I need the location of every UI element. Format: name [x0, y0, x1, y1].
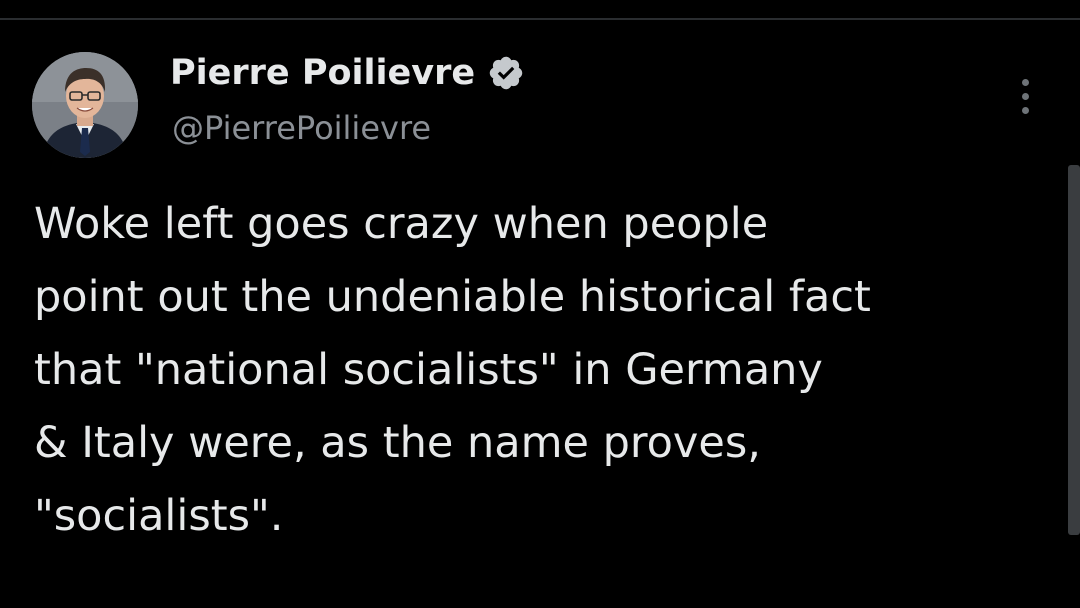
author-handle[interactable]: @PierrePoilievre	[172, 109, 431, 147]
more-vertical-icon[interactable]	[1010, 76, 1040, 116]
author-row: Pierre Poilievre	[170, 50, 525, 96]
tweet-text-line: that "national socialists" in Germany	[34, 345, 823, 395]
tweet-text-line: Woke left goes crazy when people	[34, 199, 769, 249]
scrollbar[interactable]	[1068, 165, 1080, 535]
avatar-portrait	[32, 52, 138, 158]
tweet-text-line: point out the undeniable historical fact	[34, 272, 871, 322]
tweet-text-line: & Italy were, as the name proves,	[34, 418, 761, 468]
tweet-text: Woke left goes crazy when people point o…	[34, 188, 1054, 553]
verified-badge-icon[interactable]	[487, 54, 525, 92]
more-dot	[1021, 78, 1029, 86]
more-dot	[1021, 106, 1029, 114]
author-display-name[interactable]: Pierre Poilievre	[170, 53, 475, 93]
tweet-text-line: "socialists".	[34, 491, 284, 541]
more-dot	[1021, 92, 1029, 100]
avatar[interactable]	[32, 52, 138, 158]
top-divider	[0, 18, 1080, 20]
